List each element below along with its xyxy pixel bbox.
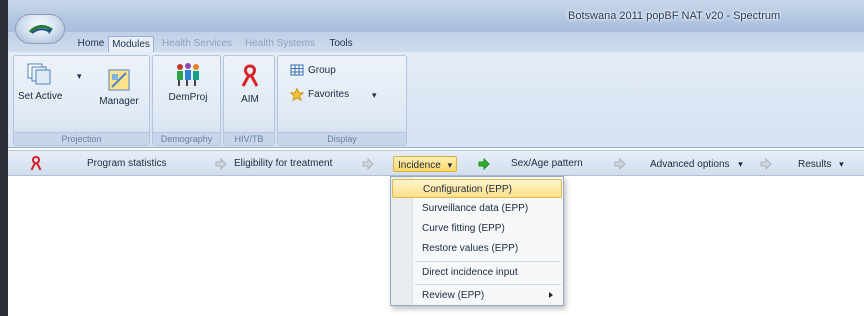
tab-modules[interactable]: Modules (108, 36, 154, 52)
group-demography: DemProj Demography (152, 55, 221, 146)
group-label-hivtb: HIV/TB (224, 132, 274, 145)
arrow-right-icon (760, 158, 772, 170)
chevron-down-icon: ▾ (738, 159, 743, 169)
nav-incidence-label: Incidence (398, 160, 441, 171)
tab-tools[interactable]: Tools (324, 36, 358, 52)
green-arrow-right-icon (478, 158, 490, 170)
tab-home[interactable]: Home (74, 36, 108, 52)
star-icon (290, 88, 304, 101)
menu-separator (415, 284, 561, 285)
window-left-edge (0, 0, 8, 316)
menu-item-review-epp-label: Review (EPP) (422, 290, 485, 301)
red-ribbon-icon (241, 64, 259, 87)
nav-sex-age-pattern[interactable]: Sex/Age pattern (511, 156, 583, 172)
tab-health-services[interactable]: Health Services (160, 36, 234, 52)
favorites-button[interactable]: Favorites (290, 88, 349, 101)
nav-program-statistics[interactable]: Program statistics (87, 156, 166, 172)
menu-item-configuration-epp[interactable]: Configuration (EPP) (392, 179, 562, 198)
ribbon-panel: Set Active ▾ Manager Projection DemProj … (8, 52, 864, 148)
group-display: Group Favorites ▾ Display (277, 55, 407, 146)
aim-button[interactable]: AIM (228, 64, 272, 105)
submenu-arrow-icon (549, 292, 553, 298)
set-active-icon (27, 63, 51, 85)
workflow-navigation-bar: Program statistics Eligibility for treat… (8, 150, 864, 176)
group-label-demography: Demography (153, 132, 220, 145)
nav-results[interactable]: Results ▾ (798, 156, 844, 172)
group-label-projection: Projection (14, 132, 149, 145)
manager-icon (108, 69, 130, 91)
group-label: Group (308, 64, 336, 76)
application-orb-button[interactable] (15, 14, 65, 44)
set-active-dropdown-arrow[interactable]: ▾ (77, 71, 82, 82)
menu-item-curve-fitting-epp[interactable]: Curve fitting (EPP) (392, 219, 562, 238)
window-title: Botswana 2011 popBF NAT v20 - Spectrum (568, 10, 781, 22)
group-projection: Set Active ▾ Manager Projection (13, 55, 150, 146)
menu-separator (415, 261, 561, 262)
menu-item-surveillance-data-epp[interactable]: Surveillance data (EPP) (392, 199, 562, 218)
nav-incidence[interactable]: Incidence ▾ (393, 156, 458, 172)
set-active-label: Set Active (18, 91, 63, 102)
nav-advanced-options[interactable]: Advanced options ▾ (650, 156, 743, 172)
demproj-label: DemProj (168, 92, 208, 103)
ribbon-tab-strip: Home Modules Health Services Health Syst… (8, 32, 864, 52)
people-icon (177, 63, 199, 86)
set-active-button[interactable]: Set Active (18, 62, 63, 102)
title-bar: Botswana 2011 popBF NAT v20 - Spectrum (8, 0, 864, 32)
spectrum-logo-icon (28, 25, 53, 34)
grid-icon (290, 64, 304, 76)
nav-results-label: Results (798, 159, 832, 170)
menu-item-restore-values-epp[interactable]: Restore values (EPP) (392, 239, 562, 258)
chevron-down-icon: ▾ (447, 160, 453, 170)
aim-ribbon-icon (30, 156, 42, 171)
favorites-label: Favorites (308, 89, 350, 100)
arrow-right-icon (215, 158, 227, 170)
tab-health-systems[interactable]: Health Systems (244, 36, 316, 52)
manager-label: Manager (99, 96, 139, 107)
demproj-button[interactable]: DemProj (163, 62, 213, 103)
group-button[interactable]: Group (290, 64, 336, 76)
incidence-dropdown-menu: Configuration (EPP) Surveillance data (E… (390, 176, 564, 306)
favorites-dropdown-arrow[interactable]: ▾ (372, 90, 377, 101)
menu-item-review-epp[interactable]: Review (EPP) (392, 286, 562, 305)
group-hivtb: AIM HIV/TB (223, 55, 275, 146)
aim-label: AIM (241, 94, 259, 105)
arrow-right-icon (362, 158, 374, 170)
arrow-right-icon (614, 158, 626, 170)
nav-eligibility-for-treatment[interactable]: Eligibility for treatment (234, 156, 332, 172)
group-label-display: Display (278, 132, 406, 145)
nav-advanced-options-label: Advanced options (650, 159, 730, 170)
manager-button[interactable]: Manager (94, 68, 144, 107)
chevron-down-icon: ▾ (839, 159, 844, 169)
menu-item-direct-incidence-input[interactable]: Direct incidence input (392, 263, 562, 282)
